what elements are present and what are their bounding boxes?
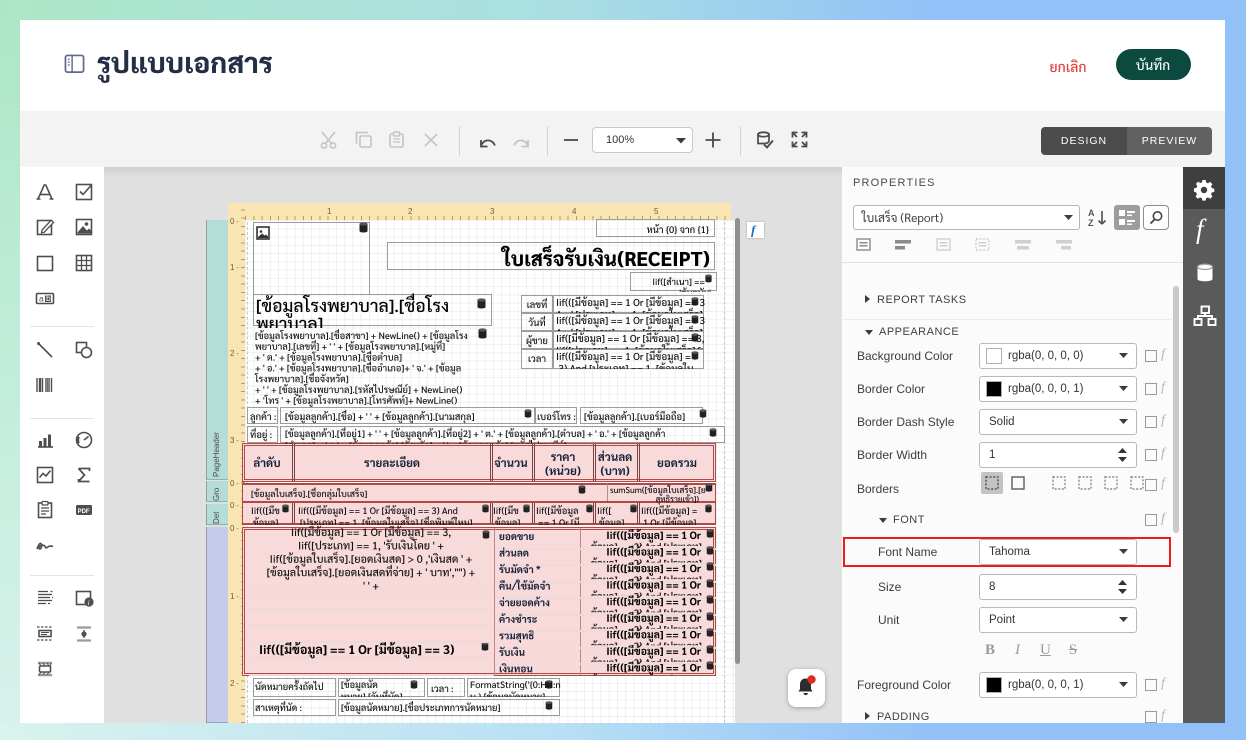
svg-text:i: i xyxy=(88,599,90,607)
svg-text:b: b xyxy=(46,293,51,303)
svg-text:f: f xyxy=(751,223,757,238)
svg-text:a: a xyxy=(39,294,44,304)
svg-text:A: A xyxy=(1088,208,1095,218)
svg-text:Z: Z xyxy=(1088,218,1094,228)
svg-text:PDF: PDF xyxy=(78,509,90,515)
